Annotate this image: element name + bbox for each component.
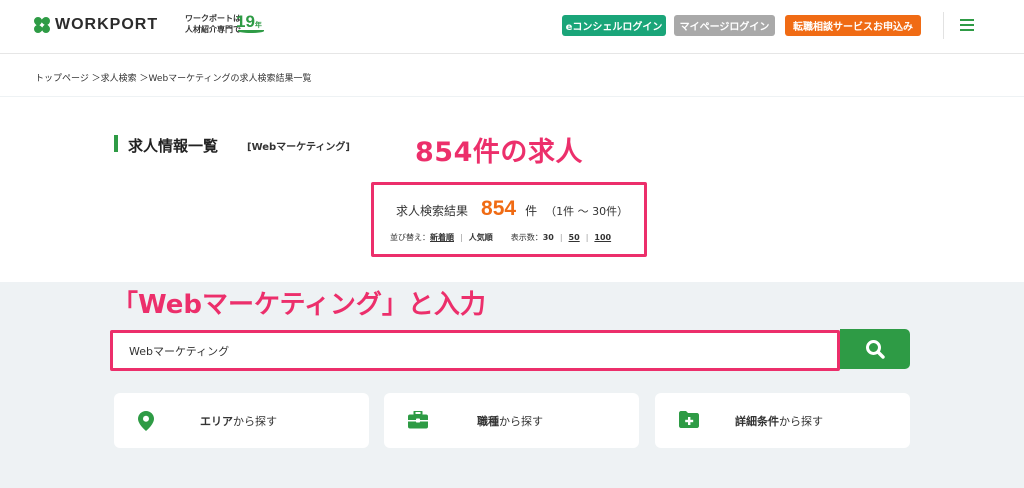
- search-by-detail-card[interactable]: 詳細条件から探す: [655, 393, 910, 448]
- page-title: 求人情報一覧: [128, 137, 219, 155]
- annotation-input-instruction: 「Webマーケティング」と入力: [112, 290, 486, 320]
- sort-newest-link[interactable]: 新着順: [430, 232, 454, 243]
- breadcrumb[interactable]: トップページ ＞求人検索 ＞Webマーケティングの求人検索結果一覧: [35, 71, 311, 84]
- annotation-count-label: 854件の求人: [415, 137, 583, 168]
- folder-plus-icon: [679, 411, 699, 428]
- site-header: WORKPORT ワークポートは 人材紹介専門で 19年 eコンシェルログイン …: [0, 0, 1024, 54]
- search-icon: [866, 340, 885, 359]
- econcierge-login-button[interactable]: eコンシェルログイン: [562, 15, 666, 36]
- result-summary-box: 求人検索結果 854 件 （1件 〜 30件） 並び替え： 新着順 | 人気順 …: [371, 182, 647, 257]
- search-by-job-card[interactable]: 職種から探す: [384, 393, 639, 448]
- workport-logo[interactable]: WORKPORT: [32, 15, 159, 35]
- per-page-separator: |: [559, 233, 563, 242]
- job-card-label: 職種から探す: [477, 415, 543, 428]
- search-input[interactable]: Webマーケティング: [110, 330, 840, 371]
- hamburger-menu-icon[interactable]: [960, 19, 974, 31]
- map-pin-icon: [138, 411, 154, 431]
- tagline-line1: ワークポートは: [185, 14, 241, 23]
- result-range: （1件 〜 30件）: [545, 205, 629, 218]
- years-suffix: 年: [254, 22, 262, 29]
- tagline: ワークポートは 人材紹介専門で: [185, 13, 241, 35]
- apply-consultation-button[interactable]: 転職相談サービスお申込み: [785, 15, 921, 36]
- briefcase-icon: [408, 411, 428, 429]
- sort-popular-link[interactable]: 人気順: [469, 232, 493, 243]
- search-button[interactable]: [840, 329, 910, 369]
- sort-controls: 並び替え： 新着順 | 人気順 表示数： 30 | 50 | 100: [390, 232, 611, 243]
- logo-text: WORKPORT: [55, 16, 159, 33]
- keyword-tag: [Webマーケティング]: [247, 142, 350, 153]
- per-page-separator: |: [585, 233, 589, 242]
- result-unit: 件: [525, 204, 538, 218]
- per-page-100[interactable]: 100: [594, 233, 611, 242]
- search-by-area-card[interactable]: エリアから探す: [114, 393, 369, 448]
- result-label: 求人検索結果: [396, 204, 469, 218]
- sort-separator: |: [460, 233, 463, 242]
- result-count: 854: [481, 197, 517, 220]
- result-line: 求人検索結果 854 件 （1件 〜 30件）: [396, 197, 628, 221]
- area-card-label: エリアから探す: [200, 415, 277, 428]
- mypage-login-button[interactable]: マイページログイン: [674, 15, 775, 36]
- title-accent-bar: [114, 135, 118, 152]
- per-page-50[interactable]: 50: [569, 233, 580, 242]
- clover-icon: [32, 15, 52, 35]
- detail-card-label: 詳細条件から探す: [735, 415, 823, 428]
- per-page-30[interactable]: 30: [543, 233, 554, 242]
- sort-label: 並び替え：: [390, 233, 430, 242]
- header-divider: [943, 12, 944, 39]
- years-arc-decoration: [238, 29, 264, 33]
- per-page-label: 表示数：: [510, 233, 543, 242]
- divider: [0, 96, 1024, 97]
- tagline-line2: 人材紹介専門で: [185, 25, 241, 34]
